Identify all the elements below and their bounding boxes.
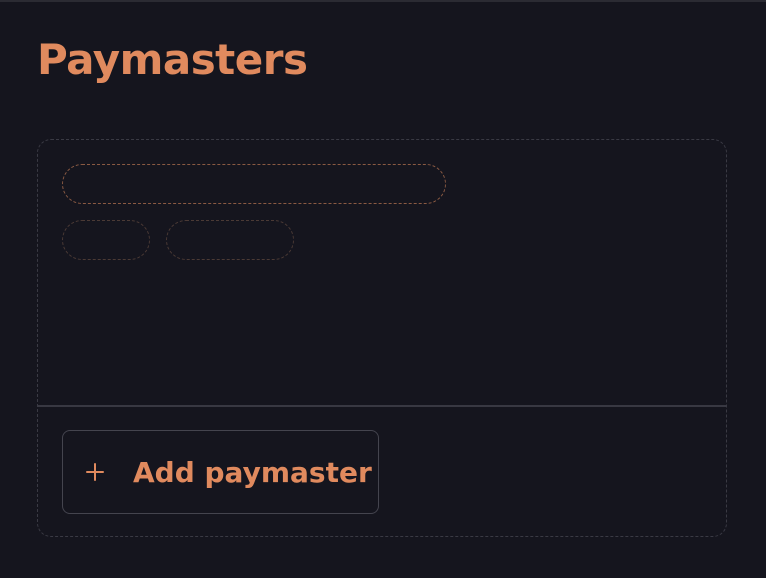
- top-divider: [0, 0, 766, 2]
- skeleton-chip-placeholder: [166, 220, 294, 260]
- add-paymaster-label: Add paymaster: [133, 455, 372, 489]
- add-paymaster-button[interactable]: Add paymaster: [62, 430, 379, 514]
- card-divider: [38, 405, 726, 407]
- plus-icon: [85, 462, 105, 482]
- page-title: Paymasters: [37, 35, 308, 84]
- skeleton-chip-placeholder: [62, 220, 150, 260]
- skeleton-title-placeholder: [62, 164, 446, 204]
- paymasters-card: Add paymaster: [37, 139, 727, 537]
